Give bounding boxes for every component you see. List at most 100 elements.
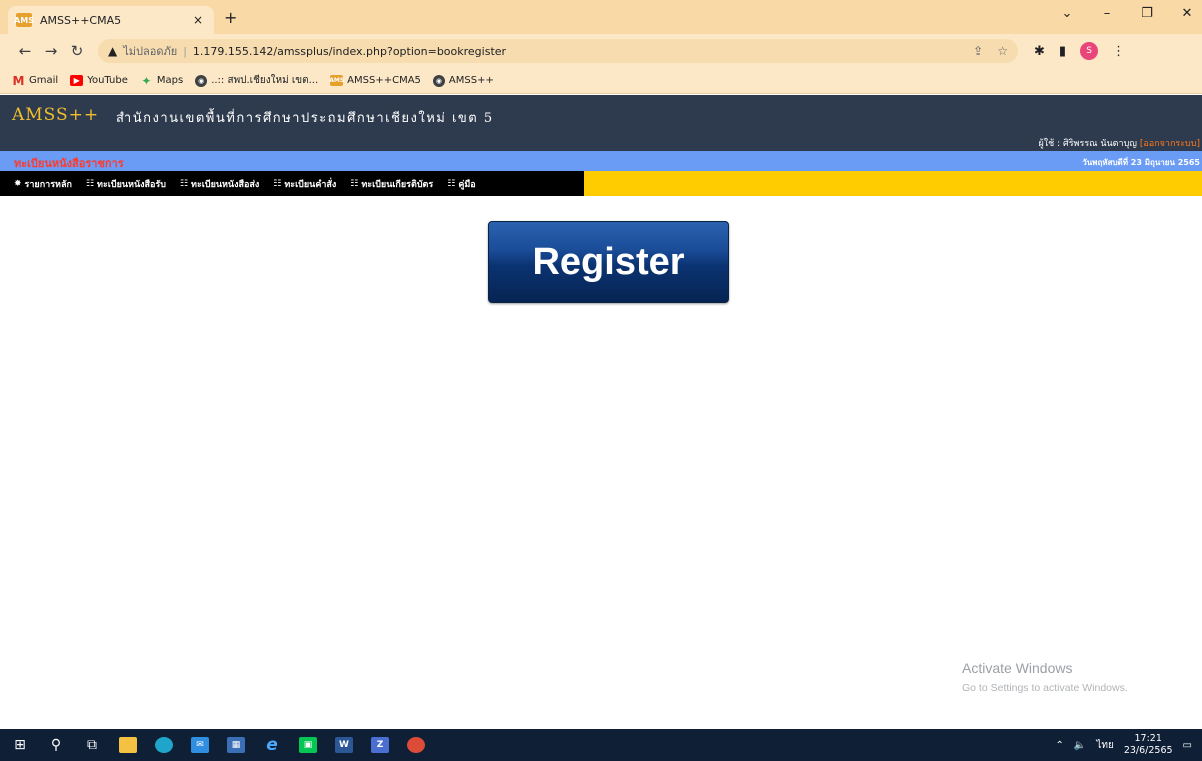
menu-item-orders[interactable]: ☷ ทะเบียนคำสั่ง [273, 177, 336, 191]
store-icon[interactable]: ▦ [220, 729, 252, 761]
speaker-icon[interactable]: 🔈 [1074, 740, 1086, 751]
chevron-down-icon[interactable]: ⌄ [1058, 6, 1076, 21]
grid-icon: ☷ [447, 178, 456, 189]
site-header: AMSS++ สำนักงานเขตพื้นที่การศึกษาประถมศึ… [0, 95, 1202, 151]
mail-icon[interactable]: ✉ [184, 729, 216, 761]
extensions-icon[interactable]: ✱ [1034, 44, 1045, 59]
bookmark-youtube[interactable]: ▶ YouTube [70, 75, 128, 86]
windows-start-icon[interactable]: ⊞ [4, 729, 36, 761]
activate-windows-title: Activate Windows [962, 660, 1073, 676]
grid-icon: ☷ [273, 178, 282, 189]
bookmark-maps[interactable]: ✦ Maps [140, 73, 184, 88]
tab-close-icon[interactable]: × [190, 13, 206, 27]
grid-icon: ☷ [179, 178, 189, 189]
organization-name: สำนักงานเขตพื้นที่การศึกษาประถมศึกษาเชีย… [116, 111, 494, 126]
grid-icon: ☷ [350, 178, 359, 189]
bookmark-label: Maps [156, 75, 184, 86]
close-window-icon[interactable]: ✕ [1178, 6, 1196, 21]
bookmarks-bar: M Gmail ▶ YouTube ✦ Maps ◉ ..:: สพป.เชีย… [0, 68, 1202, 94]
profile-avatar[interactable]: S [1080, 42, 1099, 60]
maps-icon: ✦ [141, 73, 152, 88]
address-toolbar: ← → ↻ ▲ ไม่ปลอดภัย | 1.179.155.142/amssp… [0, 34, 1202, 68]
clock-time: 17:21 [1134, 733, 1162, 744]
line-icon[interactable]: ▣ [292, 729, 324, 761]
menu-item-certificates[interactable]: ☷ ทะเบียนเกียรติบัตร [350, 177, 433, 191]
module-title: ทะเบียนหนังสือราชการ [14, 157, 124, 170]
reload-icon[interactable]: ↻ [64, 42, 90, 60]
app-icon[interactable]: Z [364, 729, 396, 761]
system-tray: ⌃ 🔈 ไทย 17:21 23/6/2565 ▭ [1056, 729, 1193, 761]
word-icon[interactable]: W [328, 729, 360, 761]
menu-label: ทะเบียนเกียรติบัตร [361, 179, 434, 190]
youtube-icon: ▶ [70, 75, 84, 86]
url-bar[interactable]: ▲ ไม่ปลอดภัย | 1.179.155.142/amssplus/in… [98, 39, 1018, 63]
clock-date: 23/6/2565 [1123, 745, 1173, 756]
warning-icon[interactable]: ▲ [108, 44, 117, 58]
bookmark-label: Gmail [29, 75, 59, 86]
amss-icon: AMS [329, 75, 345, 86]
bookmark-label: AMSS++ [448, 75, 494, 86]
omnibox-actions: ⇪ ☆ [973, 44, 1008, 58]
module-bar: ทะเบียนหนังสือราชการ วันพฤหัสบดีที่ 23 ม… [0, 151, 1202, 171]
restore-icon[interactable]: ❐ [1138, 6, 1156, 21]
insecure-label[interactable]: ไม่ปลอดภัย [123, 42, 177, 60]
menu-item-sent[interactable]: ☷ ทะเบียนหนังสือส่ง [180, 177, 259, 191]
windows-taskbar: ⊞ ⚲ ⧉ ✉ ▦ e ▣ W Z ⌃ 🔈 ไทย 17:21 23/6/256… [0, 729, 1202, 761]
edge-icon[interactable] [148, 729, 180, 761]
bookmark-amss-cma5[interactable]: AMS AMSS++CMA5 [329, 75, 421, 86]
globe-icon: ◉ [432, 74, 445, 87]
menu-label: ทะเบียนหนังสือรับ [97, 179, 166, 190]
menu-label: ทะเบียนหนังสือส่ง [191, 179, 260, 190]
toolbar-right: ✱ ▮ S ⋮ [1034, 42, 1125, 60]
clock[interactable]: 17:21 23/6/2565 [1124, 733, 1173, 757]
bookmark-label: ..:: สพป.เชียงใหม่ เขต... [211, 75, 319, 86]
grid-icon: ☷ [85, 178, 95, 189]
side-panel-icon[interactable]: ▮ [1059, 44, 1066, 59]
bookmark-label: AMSS++CMA5 [347, 75, 421, 86]
register-button[interactable]: Register [488, 221, 729, 303]
menu-label: รายการหลัก [24, 179, 72, 190]
back-icon[interactable]: ← [12, 42, 38, 60]
menu-label: ทะเบียนคำสั่ง [284, 179, 337, 190]
url-separator: | [183, 44, 187, 58]
browser-tab[interactable]: AMS AMSS++CMA5 × [8, 6, 214, 34]
language-indicator[interactable]: ไทย [1096, 738, 1113, 753]
menu-dots-icon[interactable]: ⋮ [1112, 44, 1125, 59]
user-name: ผู้ใช้ : ศิริพรรณ นันตาบุญ [1038, 139, 1137, 149]
bookmark-star-icon[interactable]: ☆ [997, 44, 1008, 58]
bookmark-label: YouTube [87, 75, 128, 86]
new-tab-icon[interactable]: + [224, 10, 237, 26]
notification-icon[interactable]: ▭ [1183, 740, 1192, 751]
bookmark-amss[interactable]: ◉ AMSS++ [432, 74, 494, 87]
home-icon: ✸ [14, 178, 22, 189]
url-text[interactable]: 1.179.155.142/amssplus/index.php?option=… [193, 45, 506, 58]
bookmark-gmail[interactable]: M Gmail [12, 73, 59, 88]
file-explorer-icon[interactable] [112, 729, 144, 761]
menu-label: คู่มือ [458, 179, 476, 190]
globe-icon: ◉ [195, 74, 208, 87]
minimize-icon[interactable]: – [1098, 6, 1116, 21]
share-icon[interactable]: ⇪ [973, 44, 983, 58]
site-logo: AMSS++ [12, 105, 100, 125]
tab-title: AMSS++CMA5 [40, 13, 122, 27]
menu-item-home[interactable]: ✸ รายการหลัก [14, 177, 72, 191]
chrome-icon[interactable] [400, 729, 432, 761]
user-info: ผู้ใช้ : ศิริพรรณ นันตาบุญ [ออกจากระบบ] [1038, 136, 1200, 150]
window-controls: ⌄ – ❐ ✕ [1058, 6, 1196, 21]
activate-windows-subtitle: Go to Settings to activate Windows. [962, 682, 1128, 694]
task-view-icon[interactable]: ⧉ [76, 729, 108, 761]
current-date: วันพฤหัสบดีที่ 23 มิถุนายน 2565 [1082, 158, 1200, 167]
logout-link[interactable]: [ออกจากระบบ] [1140, 139, 1200, 149]
amss-favicon-icon: AMS [14, 13, 34, 27]
main-menu: ✸ รายการหลัก ☷ ทะเบียนหนังสือรับ ☷ ทะเบี… [0, 171, 1202, 196]
bookmark-spp[interactable]: ◉ ..:: สพป.เชียงใหม่ เขต... [195, 73, 318, 88]
tray-chevron-icon[interactable]: ⌃ [1056, 740, 1064, 751]
search-icon[interactable]: ⚲ [40, 729, 72, 761]
menu-items: ✸ รายการหลัก ☷ ทะเบียนหนังสือรับ ☷ ทะเบี… [0, 171, 584, 196]
browser-tabbar: AMS AMSS++CMA5 × + ⌄ – ❐ ✕ [0, 0, 1202, 34]
gmail-icon: M [12, 73, 25, 88]
menu-item-received[interactable]: ☷ ทะเบียนหนังสือรับ [86, 177, 166, 191]
forward-icon[interactable]: → [38, 42, 64, 60]
internet-explorer-icon[interactable]: e [256, 729, 288, 761]
menu-item-manual[interactable]: ☷ คู่มือ [447, 177, 475, 191]
